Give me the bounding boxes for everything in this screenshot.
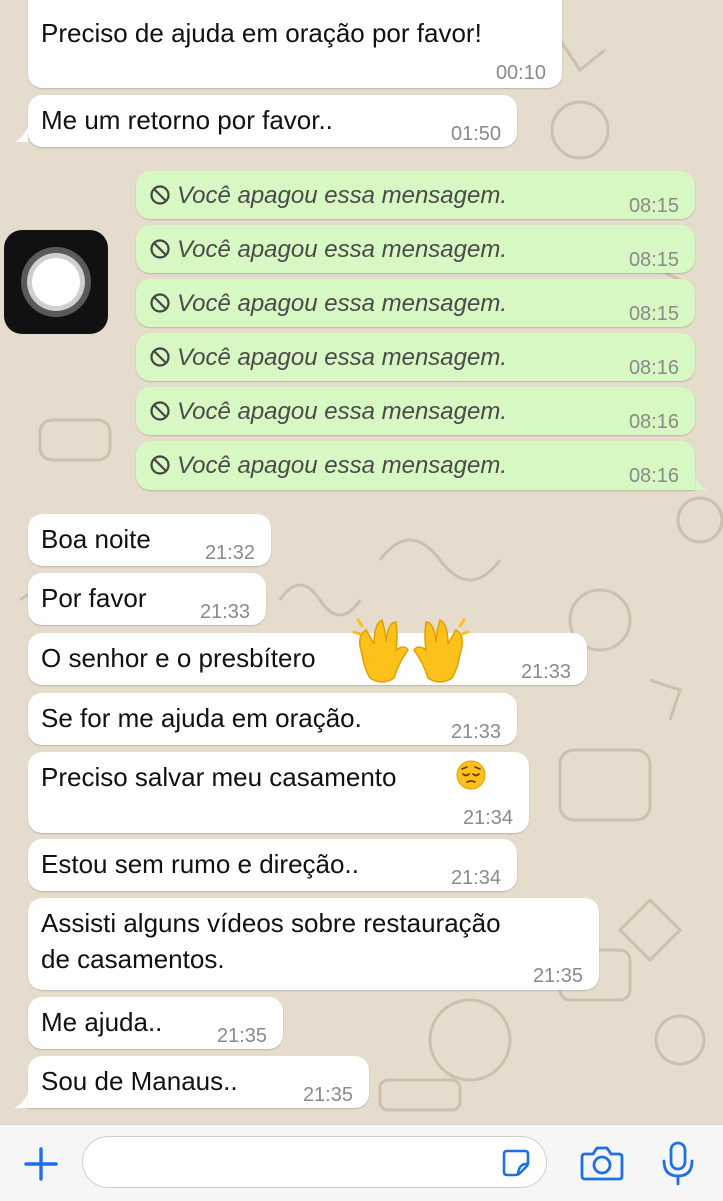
raising-hands-emoji-icon <box>352 618 470 683</box>
message-text: Preciso salvar meu casamento <box>41 762 397 792</box>
message-text-line: Assisti alguns vídeos sobre restauração <box>41 908 501 938</box>
message-time: 21:35 <box>216 1025 267 1047</box>
message-bubble-deleted[interactable]: Você apagou essa mensagem. 08:16 <box>136 333 695 381</box>
message-bubble-incoming[interactable]: Se for me ajuda em oração. 21:33 <box>28 693 517 745</box>
message-text: Você apagou essa mensagem. <box>177 452 507 479</box>
assistive-touch-button[interactable] <box>4 230 108 334</box>
message-input[interactable] <box>82 1136 547 1188</box>
microphone-icon[interactable] <box>660 1140 696 1186</box>
message-time: 21:35 <box>532 965 583 987</box>
message-time: 21:35 <box>302 1084 353 1106</box>
message-bubble-deleted[interactable]: Você apagou essa mensagem. 08:16 <box>136 441 695 490</box>
deleted-icon <box>150 401 170 421</box>
deleted-icon <box>150 239 170 259</box>
message-bubble-deleted[interactable]: Você apagou essa mensagem. 08:15 <box>136 225 695 273</box>
message-time: 08:16 <box>628 465 679 487</box>
sticker-icon[interactable] <box>501 1147 531 1177</box>
message-time: 08:16 <box>628 357 679 379</box>
message-bubble-incoming[interactable]: Me um retorno por favor.. 01:50 <box>28 95 517 147</box>
bubble-tail <box>14 1092 28 1108</box>
message-time: 08:15 <box>628 249 679 271</box>
message-text: Boa noite <box>41 524 151 554</box>
message-text: Você apagou essa mensagem. <box>177 290 507 317</box>
message-time: 08:15 <box>628 195 679 217</box>
plus-icon[interactable] <box>22 1145 60 1183</box>
message-time: 08:16 <box>628 411 679 433</box>
message-text: Por favor <box>41 583 147 613</box>
message-text-line: de casamentos. <box>41 944 225 974</box>
message-time: 21:33 <box>450 721 501 743</box>
message-time: 21:33 <box>520 661 571 683</box>
message-time: 01:50 <box>450 123 501 145</box>
camera-icon[interactable] <box>580 1145 624 1181</box>
chat-area[interactable]: Preciso de ajuda em oração por favor! 00… <box>0 0 723 1124</box>
message-text: O senhor e o presbítero <box>41 643 316 673</box>
message-bubble-deleted[interactable]: Você apagou essa mensagem. 08:16 <box>136 387 695 435</box>
bubble-tail <box>694 474 708 490</box>
pensive-face-emoji-icon <box>456 760 486 790</box>
message-time: 21:32 <box>204 542 255 564</box>
deleted-icon <box>150 347 170 367</box>
message-bubble-incoming[interactable]: Me ajuda.. 21:35 <box>28 997 283 1049</box>
message-bubble-incoming[interactable]: Estou sem rumo e direção.. 21:34 <box>28 839 517 891</box>
bubble-tail <box>14 126 28 142</box>
message-bubble-incoming[interactable]: Por favor 21:33 <box>28 573 266 625</box>
message-bubble-incoming[interactable]: Boa noite 21:32 <box>28 514 271 566</box>
message-time: 21:34 <box>450 867 501 889</box>
deleted-icon <box>150 455 170 475</box>
message-bubble-deleted[interactable]: Você apagou essa mensagem. 08:15 <box>136 279 695 327</box>
message-bubble-incoming[interactable]: O senhor e o presbítero 21:33 <box>28 633 587 685</box>
message-time: 00:10 <box>495 62 546 84</box>
message-bubble-incoming[interactable]: Assisti alguns vídeos sobre restauração … <box>28 898 599 990</box>
message-bubble-deleted[interactable]: Você apagou essa mensagem. 08:15 <box>136 171 695 219</box>
message-text: Você apagou essa mensagem. <box>177 344 507 371</box>
message-text: Estou sem rumo e direção.. <box>41 849 359 879</box>
deleted-icon <box>150 293 170 313</box>
message-text: Você apagou essa mensagem. <box>177 182 507 209</box>
composer-bar <box>0 1124 723 1201</box>
message-time: 08:15 <box>628 303 679 325</box>
message-bubble-incoming[interactable]: Preciso de ajuda em oração por favor! 00… <box>28 0 562 88</box>
message-text: Se for me ajuda em oração. <box>41 703 362 733</box>
message-bubble-incoming[interactable]: Preciso salvar meu casamento 21:34 <box>28 752 529 833</box>
message-text: Você apagou essa mensagem. <box>177 236 507 263</box>
deleted-icon <box>150 185 170 205</box>
message-time: 21:33 <box>199 601 250 623</box>
message-time: 21:34 <box>462 807 513 829</box>
message-text: Você apagou essa mensagem. <box>177 398 507 425</box>
message-text: Preciso de ajuda em oração por favor! <box>41 18 482 48</box>
message-text: Sou de Manaus.. <box>41 1066 238 1096</box>
message-text: Me ajuda.. <box>41 1007 163 1037</box>
message-text: Me um retorno por favor.. <box>41 105 333 135</box>
message-bubble-incoming[interactable]: Sou de Manaus.. 21:35 <box>28 1056 369 1108</box>
